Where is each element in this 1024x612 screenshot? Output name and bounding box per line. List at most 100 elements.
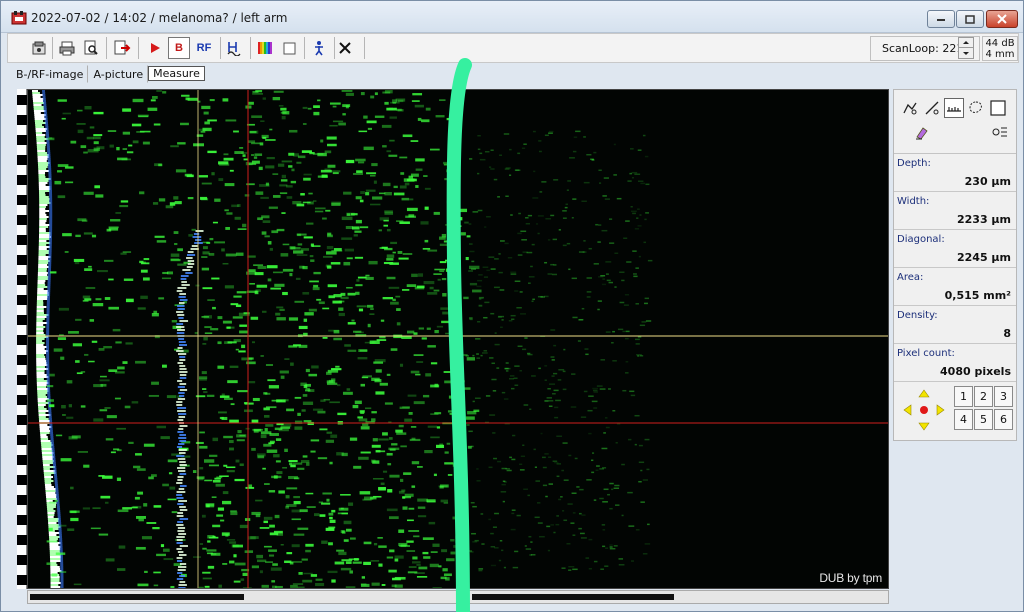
waveform-icon <box>227 42 241 56</box>
print-preview-icon <box>84 40 98 55</box>
print-preview-button[interactable] <box>80 37 102 59</box>
measure-diagonal: Diagonal: 2245 µm <box>894 230 1016 268</box>
measure-value: 230 µm <box>964 175 1011 188</box>
overlay-checkbox[interactable] <box>278 37 300 59</box>
tab-measure[interactable]: Measure <box>148 66 205 81</box>
waveform-button[interactable] <box>224 37 246 59</box>
arrow-down-icon <box>963 51 969 55</box>
ruler-tick <box>17 555 27 565</box>
ruler-tick <box>17 135 27 145</box>
play-button[interactable] <box>144 37 166 59</box>
color-palette-button[interactable] <box>254 37 276 59</box>
ruler-tick <box>17 575 27 585</box>
ruler-tool[interactable] <box>944 98 964 118</box>
maximize-button[interactable] <box>956 10 984 28</box>
measure-label: Width: <box>897 196 930 207</box>
b-mode-button[interactable]: B <box>168 37 190 59</box>
preset-button-2[interactable]: 2 <box>974 386 993 407</box>
rf-mode-label: RF <box>196 42 212 54</box>
rectangle-icon <box>990 100 1006 116</box>
settings-button[interactable] <box>28 37 50 59</box>
preset-button-3[interactable]: 3 <box>994 386 1013 407</box>
close-icon <box>997 14 1007 24</box>
person-icon <box>315 41 323 56</box>
line-tool[interactable] <box>922 98 942 118</box>
polyline-tool[interactable] <box>900 98 920 118</box>
ruler-tick <box>17 215 27 225</box>
scrollbar-thumb[interactable] <box>30 594 244 600</box>
minimize-button[interactable] <box>927 10 955 28</box>
tab-b-rf-image[interactable]: B-/RF-image <box>11 65 89 83</box>
measure-value: 2245 µm <box>956 251 1011 264</box>
ruler-tick <box>17 275 27 285</box>
toolbar-separator <box>364 37 365 59</box>
ruler-tick <box>17 115 27 125</box>
scrollbar-thumb[interactable] <box>472 594 674 600</box>
depth-range-value: 4 mm <box>985 49 1015 60</box>
play-icon <box>151 43 160 53</box>
ultrasound-image[interactable]: DUB by tpm <box>27 89 889 589</box>
measure-density: Density: 8 <box>894 306 1016 344</box>
ruler-tick <box>17 315 27 325</box>
freehand-area-tool[interactable] <box>966 98 986 118</box>
measure-value: 0,515 mm² <box>944 289 1011 302</box>
ruler-tick <box>17 235 27 245</box>
preset-button-6[interactable]: 6 <box>994 409 1013 430</box>
navigation-pad: 1 2 3 4 5 6 <box>894 382 1016 440</box>
ruler-tick <box>17 475 27 485</box>
ruler-tick <box>17 435 27 445</box>
echo-texture <box>28 90 888 588</box>
spin-down-button[interactable] <box>959 48 973 58</box>
arrow-down-icon[interactable] <box>918 422 930 431</box>
scanloop-spinner[interactable] <box>958 37 974 59</box>
delete-button[interactable] <box>334 37 356 59</box>
measure-width: Width: 2233 µm <box>894 192 1016 230</box>
gain-value: 44 dB <box>985 38 1015 49</box>
close-x-icon <box>339 42 351 54</box>
measure-label: Density: <box>897 310 938 321</box>
app-icon <box>11 11 27 25</box>
measure-label: Pixel count: <box>897 348 955 359</box>
measure-value: 2233 µm <box>956 213 1011 226</box>
ruler-tick <box>17 175 27 185</box>
patient-button[interactable] <box>308 37 330 59</box>
toolbar-separator <box>304 37 305 59</box>
ruler-icon <box>947 107 961 112</box>
ruler-tick <box>17 535 27 545</box>
measure-value: 4080 pixels <box>940 365 1011 378</box>
measure-depth: Depth: 230 µm <box>894 154 1016 192</box>
preset-button-5[interactable]: 5 <box>974 409 993 430</box>
measure-panel: Depth: 230 µm Width: 2233 µm Diagonal: 2… <box>893 89 1017 441</box>
spin-up-button[interactable] <box>959 38 973 48</box>
measure-tools <box>894 90 1016 154</box>
window-title: 2022-07-02 / 14:02 / melanoma? / left ar… <box>31 11 288 25</box>
maximize-icon <box>965 14 975 24</box>
direction-pad <box>903 389 945 431</box>
eraser-icon <box>916 127 928 140</box>
preset-button-4[interactable]: 4 <box>954 409 973 430</box>
toolbar-separator <box>106 37 107 59</box>
color-palette-icon <box>258 42 272 54</box>
export-button[interactable] <box>112 37 134 59</box>
measure-area: Area: 0,515 mm² <box>894 268 1016 306</box>
rectangle-tool[interactable] <box>988 98 1008 118</box>
horizontal-scrollbar[interactable] <box>27 590 889 604</box>
scanloop-label: ScanLoop: 221 <box>882 42 964 55</box>
ruler-tick <box>17 375 27 385</box>
close-button[interactable] <box>986 10 1018 28</box>
eraser-tool[interactable] <box>912 122 932 142</box>
tab-a-picture[interactable]: A-picture <box>88 65 149 83</box>
ruler-tick <box>17 95 27 105</box>
arrow-right-icon[interactable] <box>936 404 945 416</box>
ruler-tick <box>17 255 27 265</box>
center-dot-icon[interactable] <box>920 406 928 414</box>
arrow-left-icon[interactable] <box>903 404 912 416</box>
list-settings-tool[interactable] <box>990 122 1010 142</box>
ruler-tick <box>17 415 27 425</box>
rf-mode-button[interactable]: RF <box>192 37 216 59</box>
print-button[interactable] <box>56 37 78 59</box>
toolbar-separator <box>220 37 221 59</box>
preset-button-1[interactable]: 1 <box>954 386 973 407</box>
ruler-tick <box>17 355 27 365</box>
arrow-up-icon[interactable] <box>918 389 930 398</box>
